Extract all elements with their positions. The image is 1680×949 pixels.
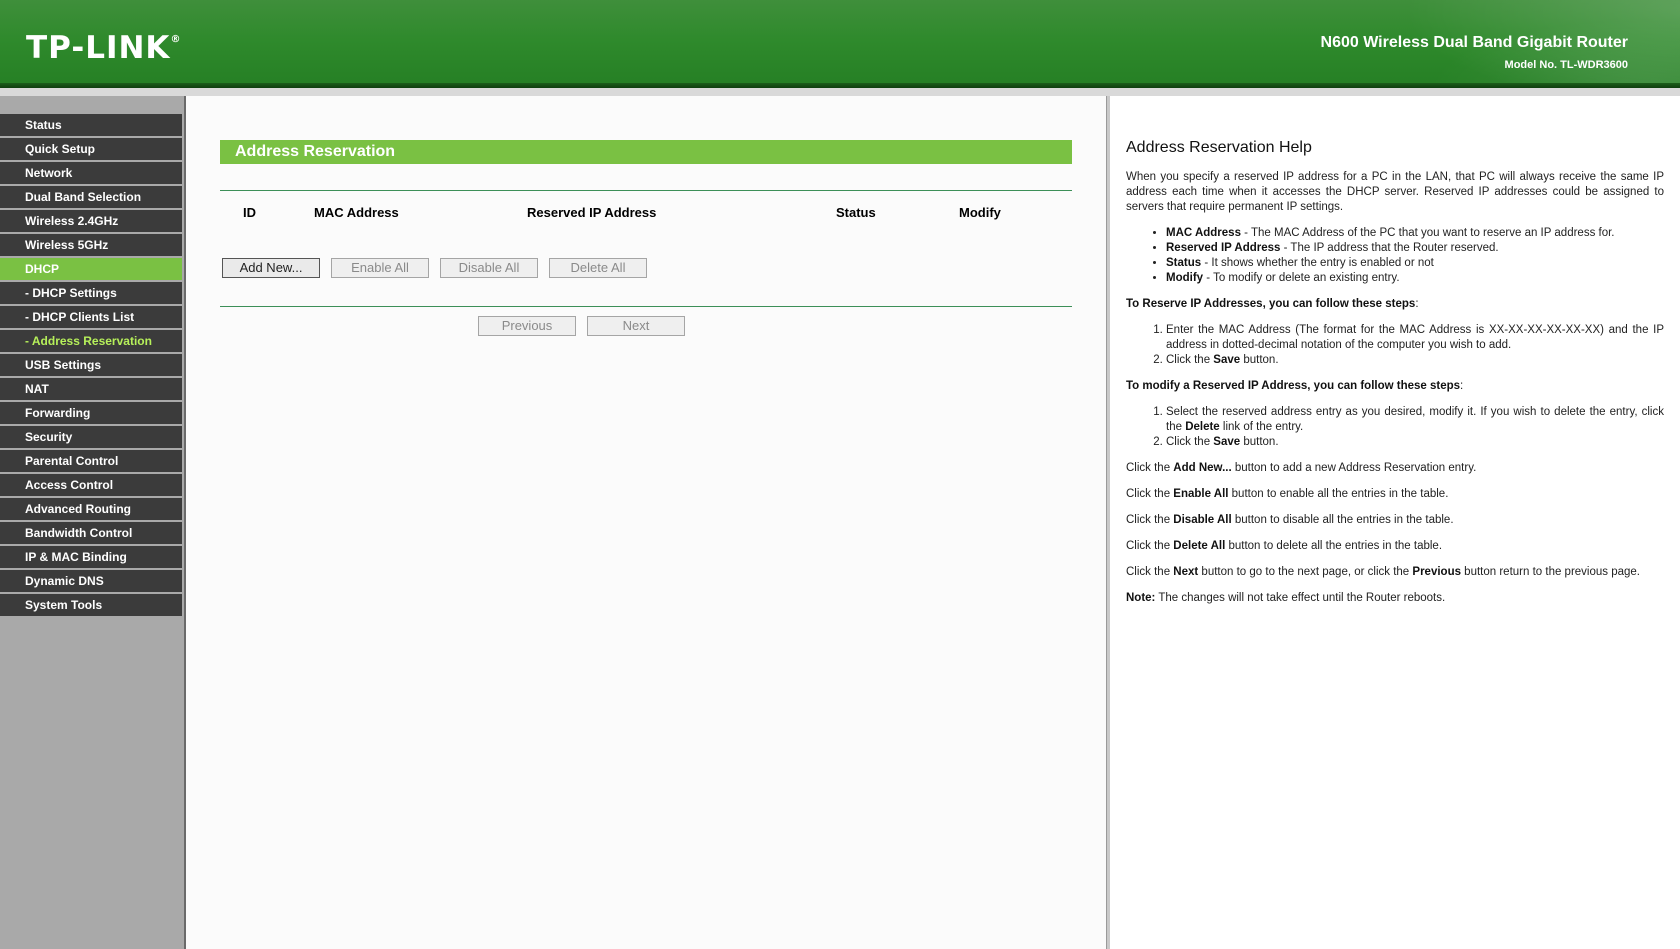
help-modify-steps: Select the reserved address entry as you… <box>1126 405 1664 450</box>
help-title: Address Reservation Help <box>1126 139 1312 156</box>
header-gap-strip <box>0 88 1680 96</box>
help-enable-all-line: Click the Enable All button to enable al… <box>1126 488 1449 500</box>
main-panel: Address Reservation ID MAC Address Reser… <box>186 96 1106 949</box>
sidebar-item-nat[interactable]: NAT <box>0 378 182 400</box>
enable-all-button[interactable]: Enable All <box>331 258 429 278</box>
sidebar-item-ip-mac-binding[interactable]: IP & MAC Binding <box>0 546 182 568</box>
help-modify-step-1: Select the reserved address entry as you… <box>1166 405 1664 435</box>
sidebar-item-access-control[interactable]: Access Control <box>0 474 182 496</box>
sidebar-item-forwarding[interactable]: Forwarding <box>0 402 182 424</box>
help-field-reserved-ip: Reserved IP Address - The IP address tha… <box>1166 241 1664 256</box>
help-field-list: MAC Address - The MAC Address of the PC … <box>1126 226 1664 286</box>
model-number: Model No. TL-WDR3600 <box>1504 59 1628 71</box>
column-header-id: ID <box>243 205 256 220</box>
sidebar-item-dhcp[interactable]: DHCP <box>0 258 182 280</box>
logo-registered-mark: ® <box>170 34 182 45</box>
next-button[interactable]: Next <box>587 316 685 336</box>
header-banner: TP-LINK® N600 Wireless Dual Band Gigabit… <box>0 0 1680 88</box>
column-header-mac-address: MAC Address <box>314 205 399 220</box>
help-reserve-step-2: Click the Save button. <box>1166 353 1664 368</box>
sidebar-item-dynamic-dns[interactable]: Dynamic DNS <box>0 570 182 592</box>
help-next-previous-line: Click the Next button to go to the next … <box>1126 566 1640 578</box>
sidebar-item-wireless-5ghz[interactable]: Wireless 5GHz <box>0 234 182 256</box>
add-new-button[interactable]: Add New... <box>222 258 320 278</box>
table-bottom-rule <box>220 306 1072 307</box>
column-header-status: Status <box>836 205 876 220</box>
page-title: Address Reservation <box>220 140 1072 164</box>
sidebar-item-dhcp-settings[interactable]: - DHCP Settings <box>0 282 182 304</box>
sidebar-item-security[interactable]: Security <box>0 426 182 448</box>
sidebar-item-parental-control[interactable]: Parental Control <box>0 450 182 472</box>
column-header-modify: Modify <box>959 205 1001 220</box>
sidebar-item-dual-band-selection[interactable]: Dual Band Selection <box>0 186 182 208</box>
sidebar-item-quick-setup[interactable]: Quick Setup <box>0 138 182 160</box>
previous-button[interactable]: Previous <box>478 316 576 336</box>
logo-text: TP-LINK <box>26 30 171 66</box>
help-body: When you specify a reserved IP address f… <box>1126 170 1664 617</box>
help-intro: When you specify a reserved IP address f… <box>1126 171 1664 213</box>
table-top-rule <box>220 190 1072 191</box>
help-field-mac-address: MAC Address - The MAC Address of the PC … <box>1166 226 1664 241</box>
help-field-status: Status - It shows whether the entry is e… <box>1166 256 1664 271</box>
sidebar-item-advanced-routing[interactable]: Advanced Routing <box>0 498 182 520</box>
help-disable-all-line: Click the Disable All button to disable … <box>1126 514 1454 526</box>
sidebar-item-status[interactable]: Status <box>0 114 182 136</box>
sidebar-item-network[interactable]: Network <box>0 162 182 184</box>
delete-all-button[interactable]: Delete All <box>549 258 647 278</box>
sidebar-item-system-tools[interactable]: System Tools <box>0 594 182 616</box>
help-field-modify: Modify - To modify or delete an existing… <box>1166 271 1664 286</box>
help-modify-step-2: Click the Save button. <box>1166 435 1664 450</box>
sidebar-menu: Status Quick Setup Network Dual Band Sel… <box>0 96 186 949</box>
help-panel: Address Reservation Help When you specif… <box>1110 96 1680 949</box>
disable-all-button[interactable]: Disable All <box>440 258 538 278</box>
column-header-reserved-ip-address: Reserved IP Address <box>527 205 657 220</box>
help-modify-heading: To modify a Reserved IP Address, you can… <box>1126 380 1464 392</box>
help-reserve-step-1: Enter the MAC Address (The format for th… <box>1166 323 1664 353</box>
tp-link-logo: TP-LINK® <box>26 30 181 66</box>
sidebar-item-bandwidth-control[interactable]: Bandwidth Control <box>0 522 182 544</box>
help-delete-all-line: Click the Delete All button to delete al… <box>1126 540 1443 552</box>
help-reserve-steps: Enter the MAC Address (The format for th… <box>1126 323 1664 368</box>
help-reserve-heading: To Reserve IP Addresses, you can follow … <box>1126 298 1419 310</box>
help-note: Note: The changes will not take effect u… <box>1126 592 1446 604</box>
sidebar-item-usb-settings[interactable]: USB Settings <box>0 354 182 376</box>
sidebar-item-address-reservation[interactable]: - Address Reservation <box>0 330 182 352</box>
sidebar-item-wireless-2-4ghz[interactable]: Wireless 2.4GHz <box>0 210 182 232</box>
sidebar-item-dhcp-clients-list[interactable]: - DHCP Clients List <box>0 306 182 328</box>
help-add-new-line: Click the Add New... button to add a new… <box>1126 462 1477 474</box>
product-name: N600 Wireless Dual Band Gigabit Router <box>1320 34 1628 51</box>
